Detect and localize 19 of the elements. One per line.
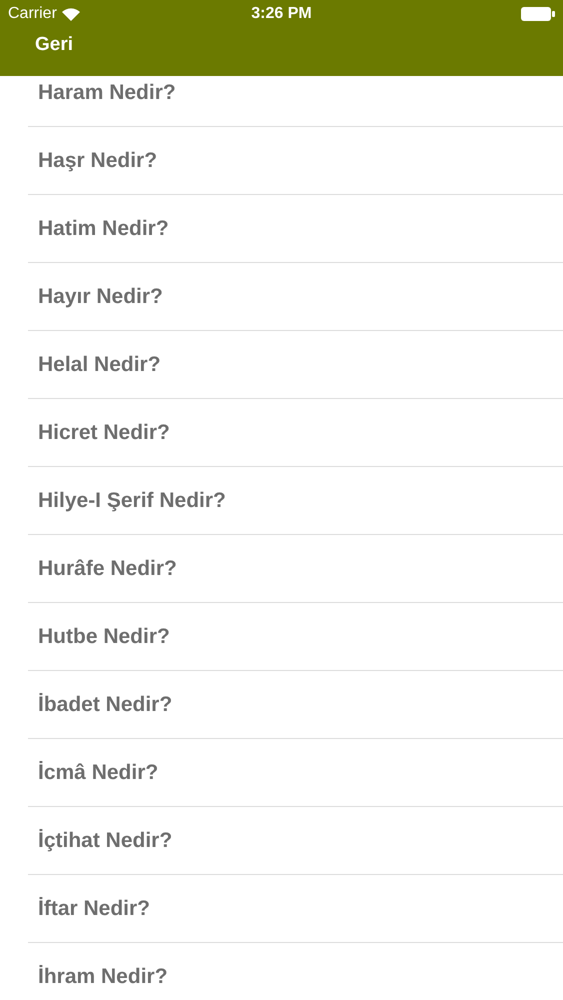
list-item[interactable]: İçtihat Nedir? (38, 828, 172, 852)
status-time: 3:26 PM (251, 5, 312, 23)
list-item[interactable]: İhram Nedir? (38, 964, 168, 988)
list-item[interactable]: İcmâ Nedir? (38, 760, 158, 784)
back-button[interactable]: Geri (35, 34, 74, 56)
list-item[interactable]: Hicret Nedir? (38, 420, 170, 444)
wifi-icon (62, 8, 80, 20)
list-item[interactable]: Hutbe Nedir? (38, 624, 170, 648)
list-item[interactable]: Hayır Nedir? (38, 284, 163, 308)
list-item[interactable]: İftar Nedir? (38, 896, 150, 920)
list-item[interactable]: Haram Nedir? (38, 80, 176, 104)
list-item[interactable]: Helal Nedir? (38, 352, 161, 376)
list-item[interactable]: Haşr Nedir? (38, 148, 158, 172)
list-item[interactable]: Hilye-I Şerif Nedir? (38, 488, 226, 512)
carrier-label: Carrier (8, 5, 57, 23)
list-item[interactable]: İbadet Nedir? (38, 692, 172, 716)
battery-icon (521, 7, 555, 21)
list-item[interactable]: Hurâfe Nedir? (38, 556, 177, 580)
list-item[interactable]: Hatim Nedir? (38, 216, 169, 240)
